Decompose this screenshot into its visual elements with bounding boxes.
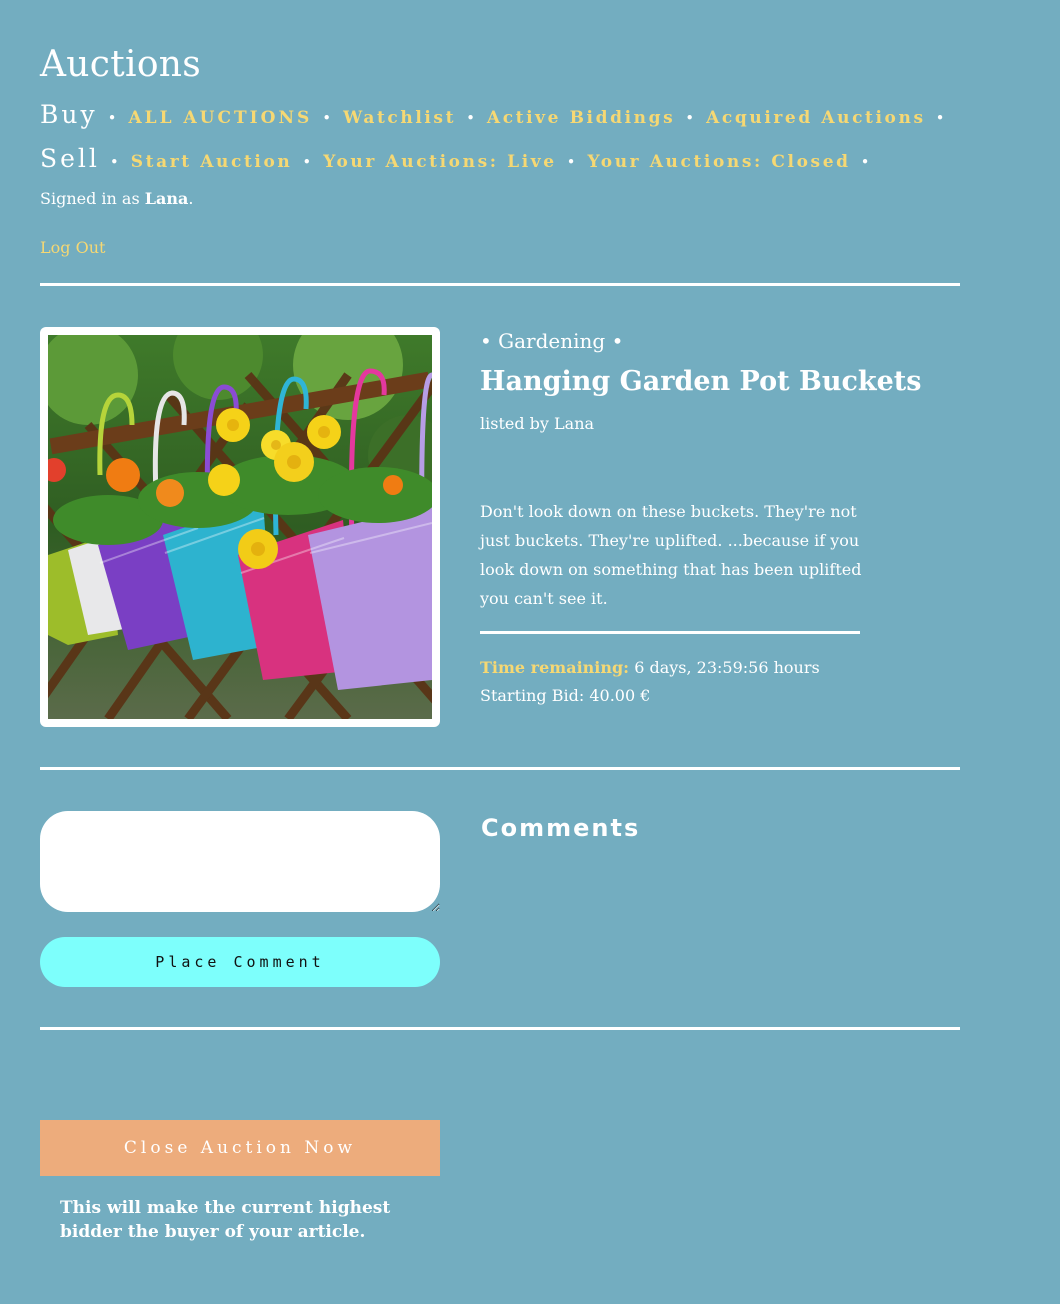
time-remaining: Time remaining: 6 days, 23:59:56 hours <box>480 658 820 677</box>
time-remaining-value: 6 days, 23:59:56 hours <box>634 658 820 677</box>
separator-dot: • <box>685 109 695 127</box>
separator-dot: • <box>935 109 945 127</box>
signed-in-suffix: . <box>188 189 194 208</box>
signed-in-prefix: Signed in as <box>40 189 140 208</box>
item-photo-frame <box>40 327 440 727</box>
divider <box>40 767 960 770</box>
place-comment-button[interactable]: Place Comment <box>40 937 440 987</box>
separator-dot: • <box>322 109 332 127</box>
separator-dot: • <box>466 109 475 127</box>
page-title: Auctions <box>40 44 202 85</box>
close-auction-note: This will make the current highest bidde… <box>60 1198 391 1242</box>
item-seller: listed by Lana <box>480 414 595 433</box>
starting-bid: Starting Bid: 40.00 € <box>480 686 651 705</box>
logout-link[interactable]: Log Out <box>40 238 105 257</box>
item-description: Don't look down on these buckets. They'r… <box>480 502 862 608</box>
time-remaining-label: Time remaining: <box>480 658 630 677</box>
item-category: • Gardening • <box>480 329 624 353</box>
item-photo <box>48 335 432 719</box>
divider <box>40 283 960 286</box>
signed-in-username: Lana <box>144 189 189 208</box>
nav-your-auctions-closed[interactable]: Your Auctions: Closed <box>588 152 851 172</box>
buy-heading: Buy <box>40 100 98 129</box>
close-auction-button[interactable]: Close Auction Now <box>40 1120 440 1176</box>
nav-watchlist[interactable]: Watchlist <box>343 108 456 128</box>
buy-nav: Buy • All Auctions • Watchlist • Active … <box>40 100 957 129</box>
comment-input[interactable] <box>40 811 440 912</box>
nav-active-biddings[interactable]: Active Biddings <box>487 108 675 128</box>
nav-start-auction[interactable]: Start Auction <box>131 152 293 172</box>
separator-dot: • <box>860 153 870 171</box>
separator-dot: • <box>302 153 312 171</box>
nav-all-auctions[interactable]: All Auctions <box>128 108 312 128</box>
nav-acquired-auctions[interactable]: Acquired Auctions <box>706 108 926 128</box>
divider <box>40 1027 960 1030</box>
signed-in-status: Signed in as Lana. <box>40 189 194 208</box>
item-title: Hanging Garden Pot Buckets <box>480 366 922 397</box>
sell-nav: Sell • Start Auction • Your Auctions: Li… <box>40 144 881 173</box>
item-divider <box>480 631 860 634</box>
sell-heading: Sell <box>40 144 100 173</box>
separator-dot: • <box>109 153 119 171</box>
separator-dot: • <box>107 109 117 127</box>
comments-heading: Comments <box>481 814 641 842</box>
separator-dot: • <box>566 153 576 171</box>
nav-your-auctions-live[interactable]: Your Auctions: Live <box>323 152 556 172</box>
